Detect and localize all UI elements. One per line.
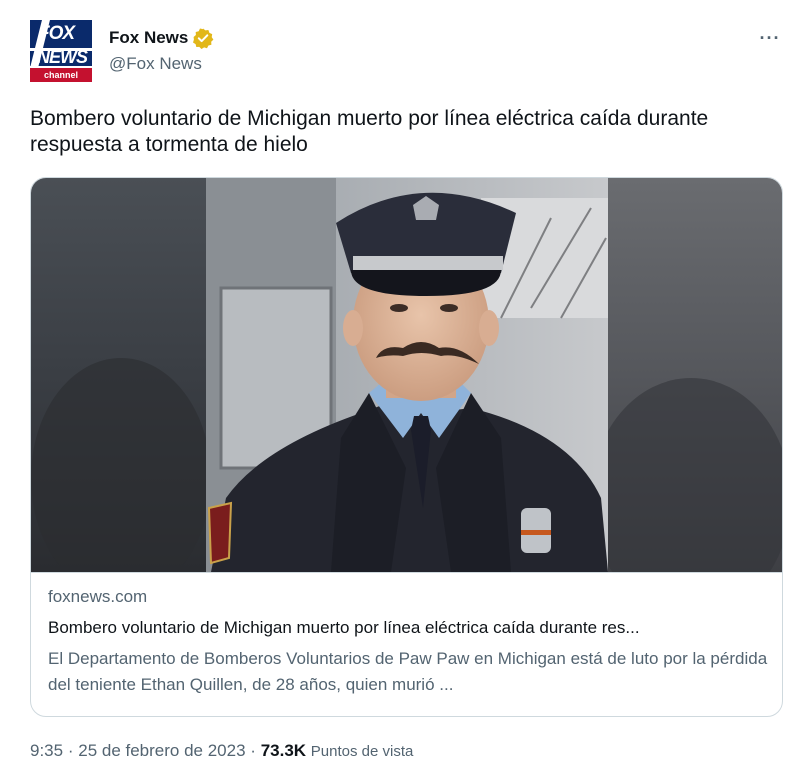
more-options-icon[interactable]: ··· — [757, 28, 783, 48]
views-count: 73.3K — [260, 741, 307, 760]
views-label: Puntos de vista — [310, 743, 414, 760]
avatar-logo-channel: channel — [30, 68, 92, 82]
card-domain: foxnews.com — [48, 587, 148, 606]
tweet-meta: 9:35 · 25 de febrero de 2023 · 73.3K Pun… — [30, 741, 413, 761]
card-body: foxnews.com Bombero voluntario de Michig… — [31, 572, 782, 716]
card-title: Bombero voluntario de Michigan muerto po… — [48, 618, 640, 637]
tweet-text: Bombero voluntario de Michigan muerto po… — [30, 107, 709, 156]
tweet-time[interactable]: 9:35 — [30, 741, 63, 760]
verified-badge-icon — [193, 28, 214, 49]
display-name[interactable]: Fox News — [109, 28, 188, 48]
tweet: FOX NEWS channel Fox News @Fox News ··· … — [0, 0, 800, 783]
account-handle[interactable]: @Fox News — [109, 54, 202, 74]
firefighter-portrait-image — [31, 178, 782, 572]
tweet-date[interactable]: 25 de febrero de 2023 — [78, 741, 245, 760]
avatar-logo-news: NEWS — [37, 47, 88, 66]
fox-news-avatar[interactable]: FOX NEWS channel — [30, 20, 92, 82]
card-description: El Departamento de Bomberos Voluntarios … — [48, 649, 768, 694]
meta-separator: · — [67, 741, 74, 760]
meta-separator: · — [250, 741, 256, 760]
name-row: Fox News — [109, 27, 214, 49]
link-preview-card[interactable]: foxnews.com Bombero voluntario de Michig… — [30, 177, 783, 717]
